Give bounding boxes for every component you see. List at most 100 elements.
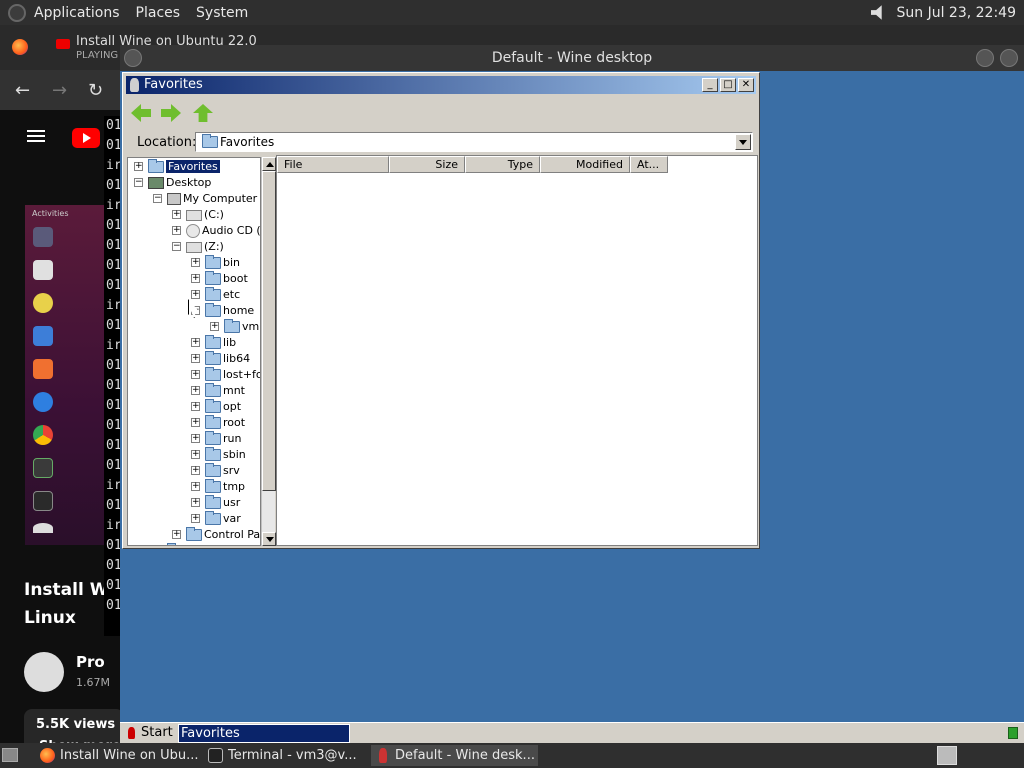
bottom-panel: Install Wine on Ubu... Terminal - vm3@v.…: [0, 743, 1024, 768]
expand-icon[interactable]: +: [172, 530, 181, 539]
tree-node[interactable]: − Desktop: [134, 175, 211, 191]
tree-node[interactable]: + (C:): [172, 207, 224, 223]
tree-node[interactable]: + lost+fou: [191, 367, 260, 383]
expand-icon[interactable]: +: [191, 482, 200, 491]
expand-icon[interactable]: +: [191, 498, 200, 507]
expand-icon[interactable]: +: [134, 162, 143, 171]
expand-icon[interactable]: +: [191, 386, 200, 395]
expand-icon[interactable]: +: [191, 290, 200, 299]
explorer-minimize-button[interactable]: _: [702, 78, 718, 92]
up-folder-icon[interactable]: [193, 104, 213, 122]
tree-node-label: (Z:): [204, 240, 224, 253]
expand-icon[interactable]: +: [191, 354, 200, 363]
collapse-icon[interactable]: −: [172, 242, 181, 251]
tree-node-label: tmp: [223, 480, 246, 493]
tree-node[interactable]: + opt: [191, 399, 241, 415]
taskbar-item-wine-desktop[interactable]: Default - Wine desk...: [371, 745, 538, 766]
expand-icon[interactable]: +: [191, 466, 200, 475]
menu-system[interactable]: System: [188, 5, 256, 21]
wine-tray-icon[interactable]: [937, 746, 957, 765]
tree-node[interactable]: + mnt: [191, 383, 245, 399]
show-desktop-icon[interactable]: [2, 748, 18, 762]
expand-icon[interactable]: +: [191, 370, 200, 379]
tree-node[interactable]: + bin: [191, 255, 240, 271]
reload-icon[interactable]: ↻: [88, 80, 103, 101]
column-size[interactable]: Size: [389, 156, 465, 173]
expand-icon[interactable]: +: [191, 450, 200, 459]
scroll-down-button[interactable]: [262, 532, 276, 546]
close-icon[interactable]: [1000, 49, 1018, 67]
clock[interactable]: Sun Jul 23, 22:49: [897, 5, 1017, 21]
back-arrow-icon[interactable]: ←: [15, 80, 30, 101]
column-type[interactable]: Type: [465, 156, 540, 173]
location-combobox[interactable]: Favorites: [195, 132, 753, 152]
start-button[interactable]: Start: [123, 724, 175, 742]
forward-icon[interactable]: [161, 104, 181, 122]
tree-node[interactable]: −home: [191, 303, 254, 319]
window-menu-icon[interactable]: [124, 49, 142, 67]
expand-icon[interactable]: +: [172, 210, 181, 219]
tree-node[interactable]: + Favorites: [134, 159, 221, 175]
tree-node[interactable]: + root: [191, 415, 245, 431]
dock-files-icon: [33, 227, 53, 247]
column-modified[interactable]: Modified: [540, 156, 630, 173]
gnome-logo-icon[interactable]: [8, 3, 26, 22]
dock-help-icon: [33, 392, 53, 412]
tree-node[interactable]: + run: [191, 431, 241, 447]
tree-node[interactable]: + vm3: [210, 319, 260, 335]
taskbar-item-firefox[interactable]: Install Wine on Ubu...: [36, 745, 198, 766]
expand-icon[interactable]: +: [191, 274, 200, 283]
folder-icon: [205, 367, 221, 381]
scroll-up-button[interactable]: [262, 157, 276, 171]
tree-node[interactable]: + lib64: [191, 351, 250, 367]
expand-icon[interactable]: +: [191, 418, 200, 427]
channel-name[interactable]: Pro: [76, 653, 105, 671]
file-list[interactable]: File Size Type Modified At...: [276, 155, 758, 546]
tree-node[interactable]: + var: [191, 511, 241, 527]
tree-scrollbar[interactable]: [261, 157, 276, 546]
tree-node[interactable]: + etc: [191, 287, 240, 303]
expand-icon[interactable]: +: [191, 338, 200, 347]
location-dropdown-button[interactable]: [735, 134, 751, 150]
explorer-titlebar[interactable]: Favorites _ □ ✕: [126, 76, 756, 94]
column-attributes[interactable]: At...: [630, 156, 668, 173]
explorer-close-button[interactable]: ✕: [738, 78, 754, 92]
tree-node[interactable]: + sbin: [191, 447, 246, 463]
taskbar-item-terminal[interactable]: Terminal - vm3@v...: [204, 745, 364, 766]
tree-node[interactable]: + usr: [191, 495, 240, 511]
menu-places[interactable]: Places: [128, 5, 189, 21]
volume-icon[interactable]: [870, 5, 882, 20]
forward-arrow-icon[interactable]: →: [52, 80, 67, 101]
youtube-logo-icon[interactable]: [72, 128, 100, 148]
tree-node[interactable]: − (Z:): [172, 239, 224, 255]
collapse-icon[interactable]: −: [134, 178, 143, 187]
tree-node[interactable]: + Audio CD (D: [172, 223, 260, 239]
expand-icon[interactable]: +: [191, 514, 200, 523]
minimize-icon[interactable]: [976, 49, 994, 67]
channel-avatar[interactable]: [24, 652, 64, 692]
tree-node[interactable]: + boot: [191, 271, 248, 287]
back-icon[interactable]: [131, 104, 151, 122]
expand-icon[interactable]: +: [191, 434, 200, 443]
folder-tree[interactable]: + Favorites − Desktop − My Computer + (C:) + Audi…: [127, 157, 261, 546]
collapse-icon[interactable]: −: [153, 194, 162, 203]
tree-node[interactable]: +Documents: [155, 543, 248, 545]
expand-icon[interactable]: +: [172, 226, 181, 235]
expand-icon[interactable]: +: [210, 322, 219, 331]
expand-icon[interactable]: +: [191, 258, 200, 267]
tree-node[interactable]: + srv: [191, 463, 240, 479]
column-file[interactable]: File: [277, 156, 389, 173]
tree-node-label: Control Pan: [204, 528, 261, 541]
taskbar-item-favorites[interactable]: Favorites: [178, 724, 350, 743]
menu-applications[interactable]: Applications: [26, 5, 128, 21]
tree-node[interactable]: + lib: [191, 335, 236, 351]
scroll-thumb[interactable]: [262, 171, 276, 491]
tree-node[interactable]: + tmp: [191, 479, 246, 495]
explorer-maximize-button[interactable]: □: [720, 78, 736, 92]
tree-node[interactable]: + Control Pan: [172, 527, 261, 543]
expand-icon[interactable]: +: [191, 402, 200, 411]
firefox-icon[interactable]: [12, 39, 28, 55]
hamburger-menu-icon[interactable]: [27, 130, 45, 142]
wine-desktop-titlebar[interactable]: Default - Wine desktop: [120, 45, 1024, 71]
tree-node[interactable]: − My Computer: [153, 191, 257, 207]
